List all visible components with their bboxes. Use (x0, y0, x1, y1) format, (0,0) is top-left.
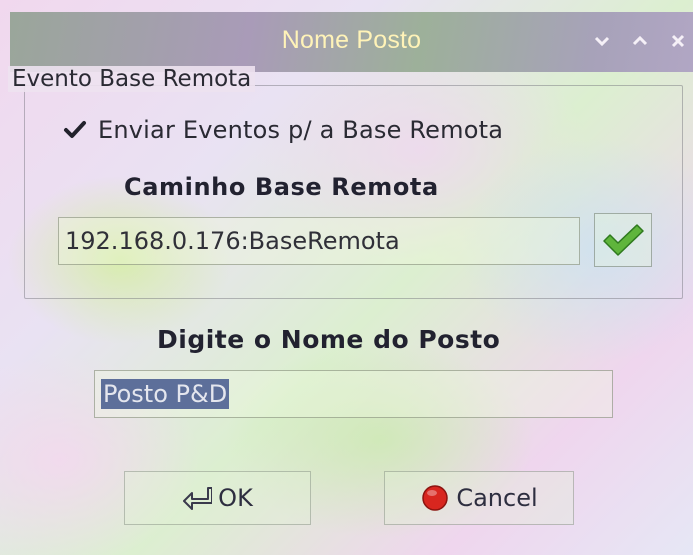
cancel-label: Cancel (456, 484, 538, 512)
red-stop-icon (420, 483, 450, 513)
return-arrow-icon (182, 485, 213, 511)
send-events-label: Enviar Eventos p/ a Base Remota (98, 116, 504, 144)
confirm-path-button[interactable] (594, 213, 652, 267)
group-legend: Evento Base Remota (8, 66, 256, 92)
remote-path-label: Caminho Base Remota (124, 173, 439, 201)
title-bar: Nome Posto (10, 12, 693, 72)
station-name-input[interactable]: Posto P&D (94, 370, 613, 418)
send-events-checkbox[interactable] (62, 117, 88, 143)
close-button[interactable] (665, 28, 691, 54)
send-events-checkbox-row[interactable]: Enviar Eventos p/ a Base Remota (62, 116, 503, 144)
station-name-label: Digite o Nome do Posto (157, 325, 501, 354)
ok-label: OK (218, 484, 253, 512)
close-icon (671, 34, 685, 48)
cancel-button[interactable]: Cancel (384, 471, 574, 525)
station-name-selected-text: Posto P&D (101, 379, 230, 409)
maximize-button[interactable] (627, 28, 653, 54)
minimize-button[interactable] (589, 28, 615, 54)
chevron-down-icon (594, 36, 610, 47)
checkmark-icon (64, 121, 86, 138)
remote-path-input[interactable] (58, 217, 580, 265)
chevron-up-icon (632, 35, 648, 46)
green-checkmark-icon (603, 224, 644, 256)
ok-button[interactable]: OK (124, 471, 311, 525)
